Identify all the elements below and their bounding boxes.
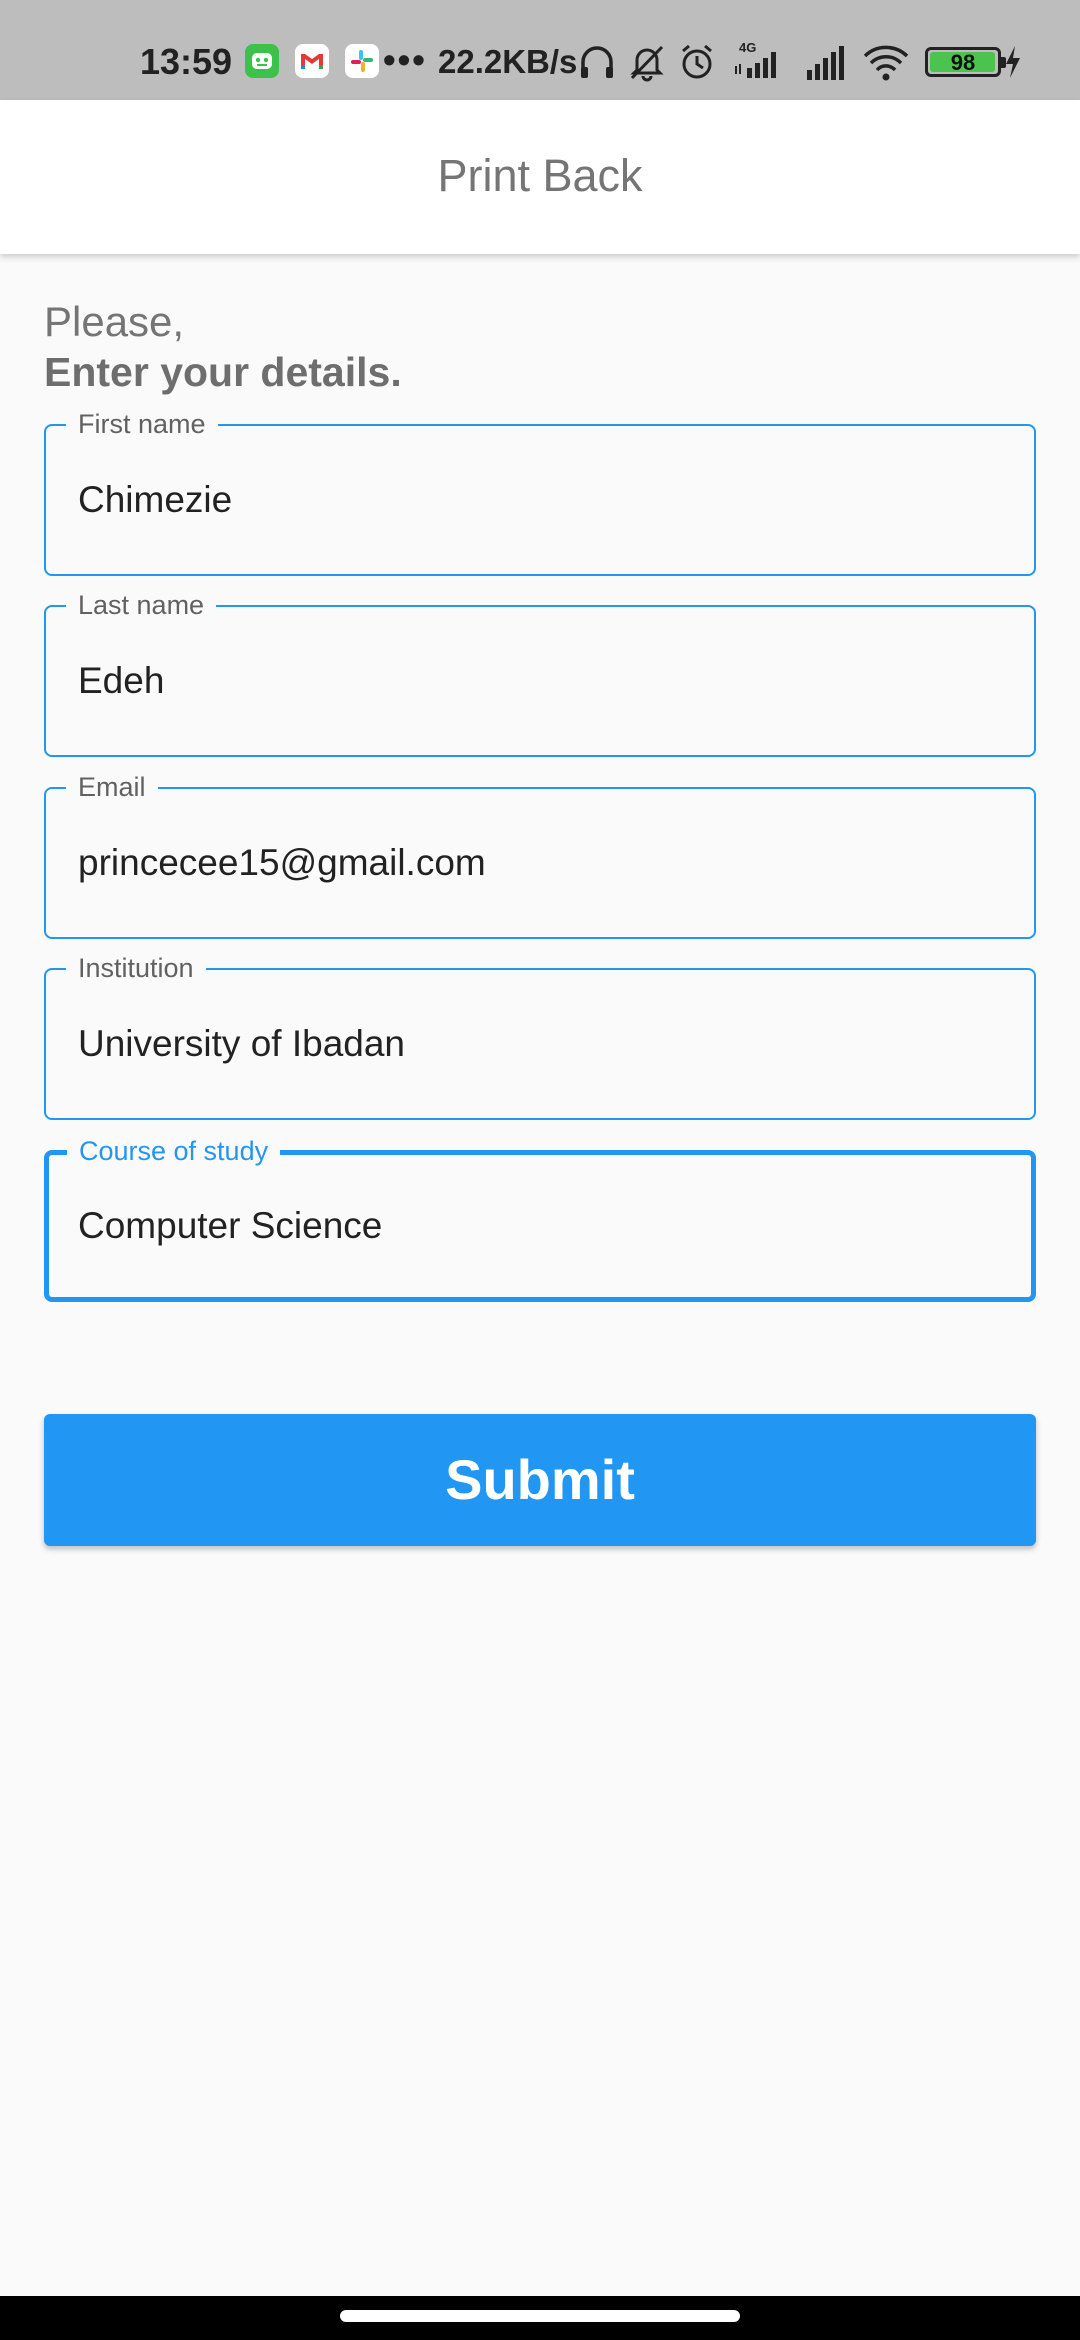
email-input[interactable]	[78, 841, 1014, 885]
institution-label: Institution	[66, 952, 206, 984]
wifi-icon	[862, 42, 910, 87]
email-label: Email	[66, 771, 158, 803]
last-name-input[interactable]	[78, 659, 1014, 703]
home-gesture-handle[interactable]	[340, 2310, 740, 2322]
slack-icon	[345, 44, 379, 78]
course-of-study-input[interactable]	[78, 1204, 1011, 1248]
institution-field[interactable]: Institution	[44, 952, 1036, 1120]
gmail-icon	[295, 44, 329, 78]
navigation-bar	[0, 2296, 1080, 2340]
battery-level: 98	[950, 50, 976, 75]
bot-notification-icon	[245, 44, 279, 78]
status-time: 13:59	[140, 41, 233, 82]
charging-icon	[1002, 42, 1024, 87]
alarm-icon	[678, 42, 716, 87]
greeting-line-2: Enter your details.	[44, 349, 402, 395]
first-name-label: First name	[66, 408, 218, 440]
headphones-icon	[578, 42, 616, 87]
more-notifications-indicator: •••	[383, 39, 427, 80]
page-title: Print Back	[437, 150, 643, 201]
app-bar: Print Back	[0, 100, 1080, 254]
signal-icon	[805, 42, 847, 87]
institution-input[interactable]	[78, 1022, 1014, 1066]
signal-4g-icon: 4G	[733, 38, 793, 87]
bell-muted-icon	[627, 42, 667, 87]
email-field[interactable]: Email	[44, 771, 1036, 939]
first-name-input[interactable]	[78, 478, 1014, 522]
svg-text:4G: 4G	[739, 40, 756, 55]
greeting-line-1: Please,	[44, 298, 185, 345]
battery-icon: 98	[925, 47, 1006, 77]
last-name-field[interactable]: Last name	[44, 589, 1036, 757]
last-name-label: Last name	[66, 589, 217, 621]
course-of-study-label: Course of study	[67, 1135, 281, 1167]
first-name-field[interactable]: First name	[44, 408, 1036, 576]
network-speed: 22.2KB/s	[438, 43, 578, 80]
status-bar: 13:59 ••• 22.2KB/s 4G 98	[0, 0, 1080, 100]
submit-button[interactable]: Submit	[44, 1414, 1036, 1546]
course-of-study-field[interactable]: Course of study	[44, 1135, 1036, 1302]
